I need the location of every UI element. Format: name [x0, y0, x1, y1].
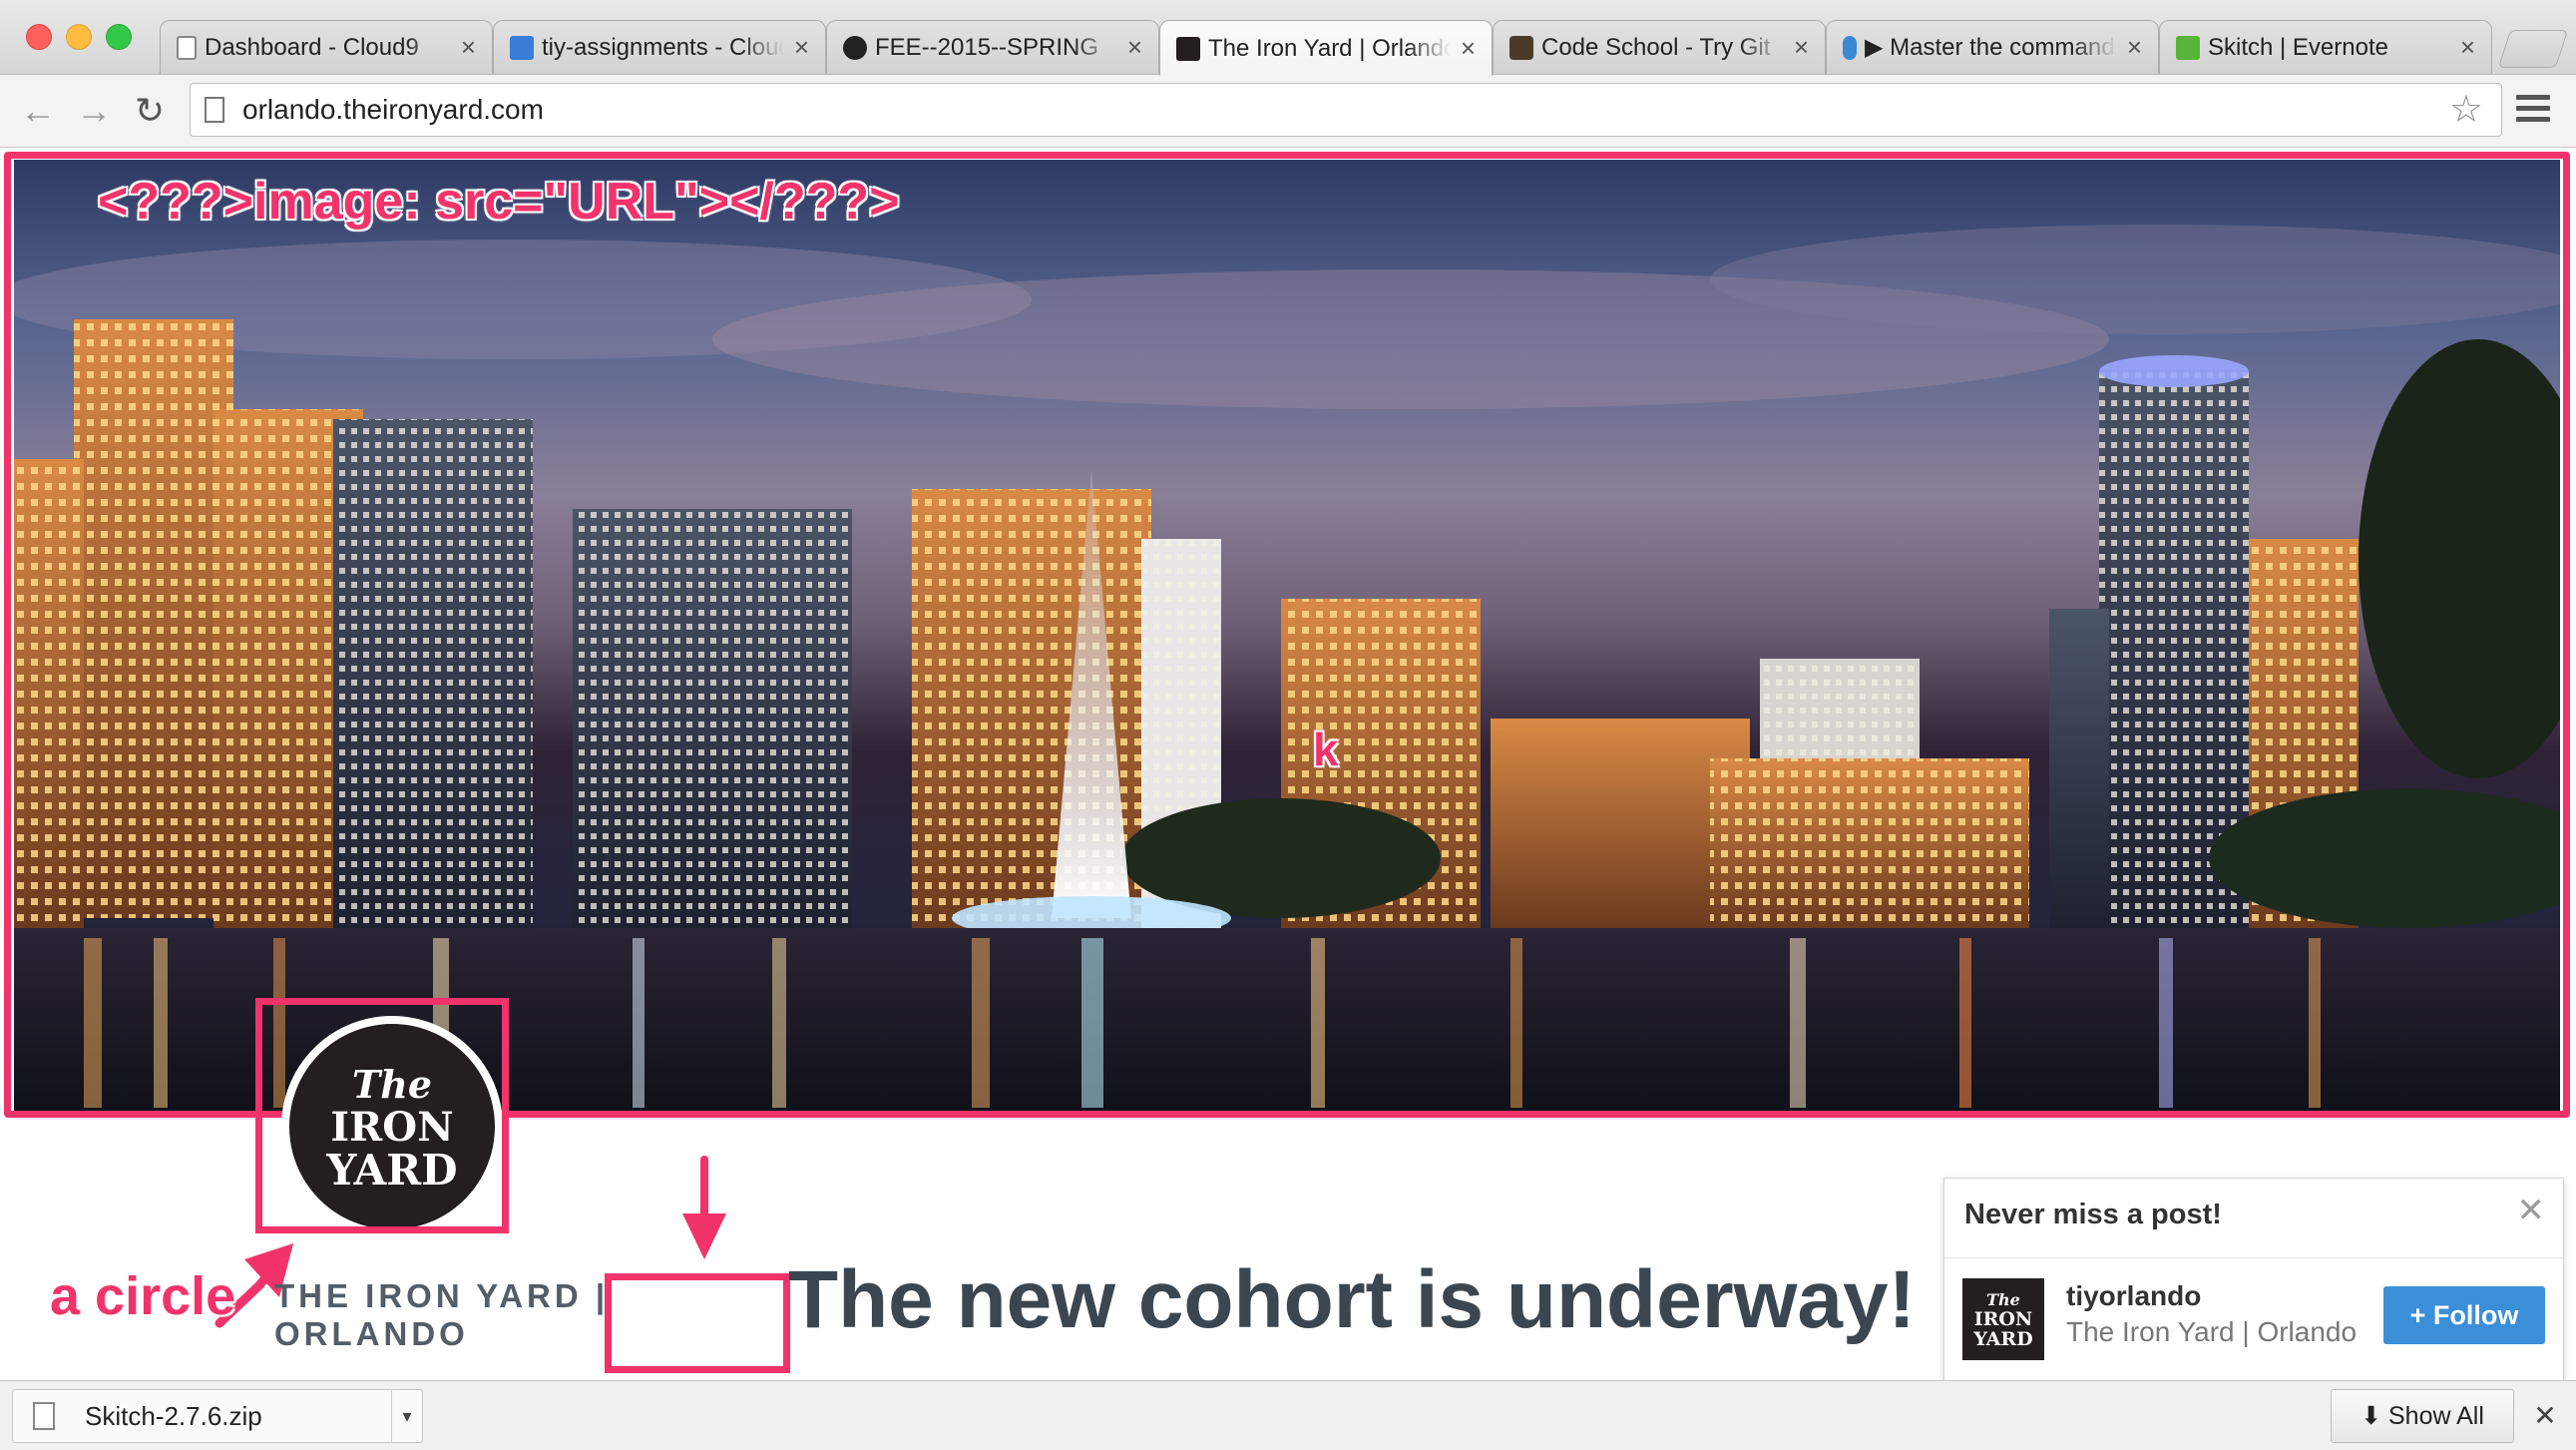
zip-file-icon — [33, 1402, 55, 1430]
follow-button[interactable]: + Follow — [2383, 1286, 2545, 1344]
new-tab-button[interactable] — [2497, 30, 2569, 68]
browser-toolbar: ← → ↻ orlando.theironyard.com ☆ — [0, 75, 2576, 148]
annotation-empty-box — [605, 1273, 790, 1373]
annotation-arrow-down — [682, 1156, 726, 1259]
popup-title: Never miss a post! — [1964, 1199, 2222, 1230]
back-button[interactable]: ← — [14, 87, 62, 135]
zoom-window-button[interactable] — [106, 24, 132, 50]
cloud9-icon — [510, 35, 534, 60]
page-icon — [205, 97, 224, 123]
tab-label: ▶ Master the command line — [1865, 34, 2117, 61]
document-icon — [177, 35, 197, 60]
brand-line-2: ORLANDO — [274, 1315, 469, 1352]
iron-yard-icon — [1176, 36, 1200, 61]
annotation-circle-label: a circle — [50, 1266, 236, 1326]
show-all-button[interactable]: ⬇ Show All — [2331, 1389, 2514, 1443]
divider — [1944, 1257, 2563, 1258]
download-item[interactable]: Skitch-2.7.6.zip ▾ — [12, 1389, 423, 1443]
annotation-mark: k — [1313, 724, 1339, 775]
download-filename[interactable]: Skitch-2.7.6.zip — [85, 1390, 262, 1442]
tab-close-icon[interactable]: × — [794, 32, 809, 63]
tab-master-command-line[interactable]: ▶ Master the command line × — [1826, 20, 2159, 74]
tab-label: tiy-assignments - Cloud9 — [542, 33, 784, 61]
url-text[interactable]: orlando.theironyard.com — [242, 84, 544, 136]
annotation-image-label: <???>image: src="URL"></???> — [98, 173, 900, 231]
tab-code-school[interactable]: Code School - Try Git × — [1493, 20, 1826, 74]
popup-username[interactable]: tiyorlando — [2066, 1280, 2201, 1312]
tab-iron-yard-orlando[interactable]: The Iron Yard | Orlando × — [1159, 20, 1493, 76]
tab-close-icon[interactable]: × — [1794, 32, 1809, 63]
tab-close-icon[interactable]: × — [2460, 32, 2475, 63]
pin-icon — [1843, 35, 1857, 60]
tab-skitch-evernote[interactable]: Skitch | Evernote × — [2159, 20, 2492, 74]
downloads-bar: Skitch-2.7.6.zip ▾ ⬇ Show All ✕ — [0, 1380, 2576, 1450]
close-downloads-icon[interactable]: ✕ — [2528, 1389, 2562, 1443]
follow-popup: Never miss a post! ✕ The IRON YARD tiyor… — [1943, 1178, 2564, 1380]
bookmark-star-icon[interactable]: ☆ — [2449, 84, 2483, 136]
annotation-logo-box — [255, 998, 509, 1233]
popup-subtitle: The Iron Yard | Orlando — [2066, 1316, 2358, 1347]
tab-close-icon[interactable]: × — [461, 32, 476, 63]
close-icon[interactable]: ✕ — [2517, 1191, 2546, 1230]
tab-strip: Dashboard - Cloud9 × tiy-assignments - C… — [0, 0, 2576, 76]
annotation-frame — [4, 152, 2570, 1118]
address-bar[interactable]: orlando.theironyard.com ☆ — [190, 83, 2502, 137]
tab-label: Code School - Try Git — [1541, 33, 1771, 61]
tab-label: FEE--2015--SPRING — [875, 33, 1099, 61]
chevron-down-icon[interactable]: ▾ — [391, 1390, 422, 1442]
post-headline[interactable]: The new cohort is underway! — [788, 1253, 1916, 1347]
tab-close-icon[interactable]: × — [2127, 32, 2142, 63]
brand-name[interactable]: THE IRON YARD | ORLANDO — [274, 1277, 609, 1353]
minimize-window-button[interactable] — [66, 24, 92, 50]
tab-tiy-assignments[interactable]: tiy-assignments - Cloud9 × — [493, 20, 826, 74]
github-icon — [843, 35, 867, 60]
tab-label: Dashboard - Cloud9 — [205, 33, 419, 61]
avatar[interactable]: The IRON YARD — [1962, 1278, 2044, 1360]
tab-close-icon[interactable]: × — [1461, 33, 1476, 64]
page-viewport: <???>image: src="URL"></???> k The IRON … — [0, 148, 2576, 1380]
tab-github-fee[interactable]: FEE--2015--SPRING × — [826, 20, 1159, 74]
brand-line-1: THE IRON YARD | — [274, 1277, 610, 1314]
close-window-button[interactable] — [26, 24, 52, 50]
tab-close-icon[interactable]: × — [1127, 32, 1142, 63]
hamburger-menu-icon[interactable] — [2516, 95, 2550, 127]
forward-button[interactable]: → — [70, 87, 118, 135]
tab-label: The Iron Yard | Orlando — [1208, 34, 1451, 62]
evernote-icon — [2176, 35, 2200, 60]
tab-label: Skitch | Evernote — [2208, 33, 2388, 61]
tab-dashboard-cloud9[interactable]: Dashboard - Cloud9 × — [160, 20, 493, 74]
reload-button[interactable]: ↻ — [126, 87, 174, 135]
code-school-icon — [1509, 35, 1533, 60]
